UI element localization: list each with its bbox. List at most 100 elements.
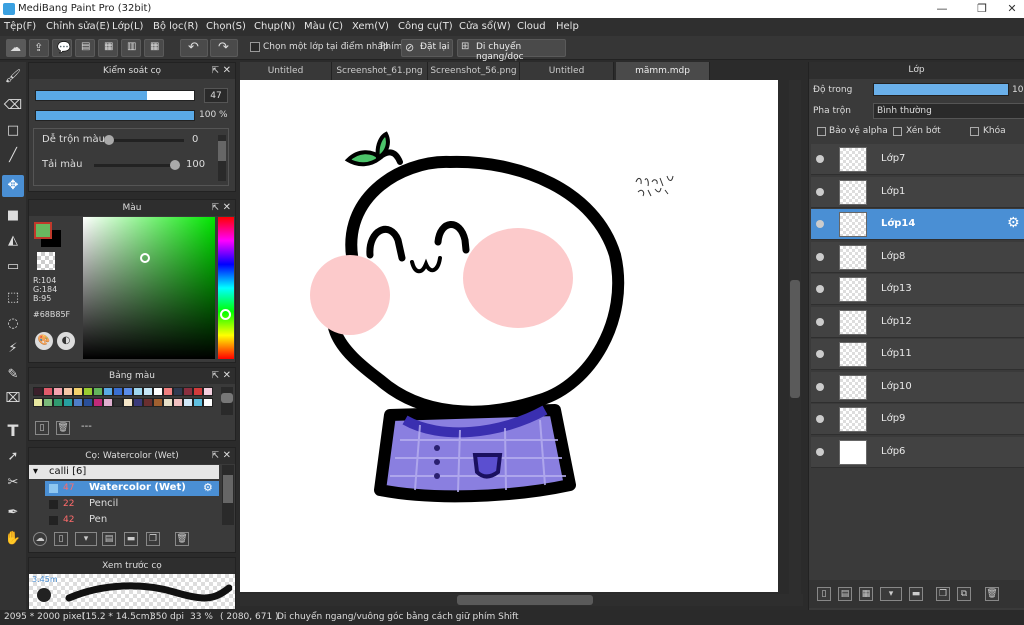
- palette-swatch[interactable]: [113, 387, 123, 396]
- menu-cloud[interactable]: Cloud: [517, 21, 546, 32]
- eye-icon[interactable]: [816, 285, 824, 293]
- palette-swatch[interactable]: [103, 398, 113, 407]
- layer-row[interactable]: Lớp9: [811, 404, 1024, 435]
- palette-swatch[interactable]: [73, 387, 83, 396]
- add-color-button[interactable]: ▯: [35, 421, 49, 435]
- new-folder-button[interactable]: ▬: [909, 587, 923, 601]
- palette-swatch[interactable]: [173, 398, 183, 407]
- hue-cursor[interactable]: [220, 309, 231, 320]
- palette-swatch[interactable]: [163, 398, 173, 407]
- tab-untitled-2[interactable]: Untitled: [520, 62, 614, 80]
- menu-edit[interactable]: Chỉnh sửa(E): [46, 21, 110, 32]
- move-hv-button[interactable]: ⊞ Di chuyển ngang/dọc: [457, 39, 566, 62]
- layer-row[interactable]: Lớp11: [811, 339, 1024, 370]
- horizontal-scrollbar[interactable]: [240, 594, 803, 606]
- close-icon[interactable]: ✕: [223, 200, 231, 216]
- menu-tools[interactable]: Công cụ(T): [398, 21, 453, 32]
- palette-swatch[interactable]: [153, 398, 163, 407]
- eraser-tool[interactable]: ⌫: [2, 95, 24, 117]
- gradient-tool[interactable]: ▭: [2, 256, 24, 278]
- page-button[interactable]: ▦: [98, 39, 118, 57]
- new-brush-button[interactable]: ▯: [54, 532, 68, 546]
- scroll-thumb[interactable]: [790, 280, 800, 398]
- blend-slider[interactable]: [104, 135, 184, 145]
- palette-swatch[interactable]: [153, 387, 163, 396]
- palette-swatch[interactable]: [93, 398, 103, 407]
- operation-tool[interactable]: ➚: [2, 446, 24, 468]
- layer-row[interactable]: Lớp14 ⚙: [811, 209, 1024, 240]
- eye-icon[interactable]: [816, 155, 824, 163]
- amount-knob[interactable]: [170, 160, 180, 170]
- eye-icon[interactable]: [816, 220, 824, 228]
- eyedropper-tool[interactable]: ✒: [2, 502, 24, 524]
- popout-icon[interactable]: ⇱: [211, 448, 219, 464]
- brush-item-pen[interactable]: 42 Pen: [45, 513, 219, 525]
- comic-button[interactable]: ▤: [75, 39, 95, 57]
- minimize-button[interactable]: —: [922, 0, 962, 18]
- blend-knob[interactable]: [104, 135, 114, 145]
- eye-icon[interactable]: [816, 382, 824, 391]
- brush-options-scrollbar[interactable]: [218, 135, 226, 181]
- popout-icon[interactable]: ⇱: [211, 368, 219, 384]
- select-pen-tool[interactable]: ✎: [2, 364, 24, 386]
- palette-swatch[interactable]: [33, 387, 43, 396]
- brush-folder-button[interactable]: ▬: [124, 532, 138, 546]
- scroll-thumb[interactable]: [457, 595, 593, 605]
- layer-row[interactable]: Lớp6: [811, 436, 1024, 468]
- foreground-color-swatch[interactable]: [34, 222, 52, 239]
- palette-swatch[interactable]: [63, 398, 73, 407]
- duplicate-brush-button[interactable]: ❐: [146, 532, 160, 546]
- palette-swatch[interactable]: [173, 387, 183, 396]
- brush-item-pencil[interactable]: 22 Pencil: [45, 497, 219, 512]
- merge-layer-button[interactable]: ⧉: [957, 587, 971, 601]
- palette-scrollbar[interactable]: [221, 387, 233, 415]
- close-icon[interactable]: ✕: [223, 448, 231, 464]
- divide-tool[interactable]: ✂: [2, 472, 24, 494]
- layer-row[interactable]: Lớp12: [811, 306, 1024, 338]
- palette-swatch[interactable]: [163, 387, 173, 396]
- vertical-scrollbar[interactable]: [789, 80, 801, 594]
- select-tool[interactable]: ⬚: [2, 287, 24, 309]
- palette-swatch[interactable]: [63, 387, 73, 396]
- drawing-canvas[interactable]: [240, 80, 778, 592]
- menu-layer[interactable]: Lớp(L): [112, 21, 143, 32]
- text-tool[interactable]: T: [2, 420, 24, 442]
- palette-swatch[interactable]: [203, 398, 213, 407]
- undo-button[interactable]: ↶: [180, 39, 208, 57]
- palette-swatch[interactable]: [133, 387, 143, 396]
- menu-file[interactable]: Tệp(F): [4, 21, 36, 32]
- tab-untitled-1[interactable]: Untitled: [240, 62, 332, 80]
- close-icon[interactable]: ✕: [223, 368, 231, 384]
- eye-icon[interactable]: [816, 317, 824, 326]
- brush-list-scrollbar[interactable]: [222, 465, 234, 525]
- amount-slider[interactable]: [94, 160, 180, 170]
- tab-screenshot-61[interactable]: Screenshot_61.png: [332, 62, 428, 80]
- layer-row[interactable]: Lớp8: [811, 241, 1024, 273]
- color-picker-cursor[interactable]: [140, 253, 150, 263]
- hand-tool[interactable]: ✋: [2, 528, 24, 550]
- layer-row[interactable]: Lớp7: [811, 144, 1024, 175]
- palette-swatch[interactable]: [53, 398, 63, 407]
- redo-button[interactable]: ↷: [210, 39, 238, 57]
- menu-color[interactable]: Màu (C): [304, 21, 343, 32]
- move-tool[interactable]: ✥: [2, 175, 24, 197]
- clipping-checkbox[interactable]: [893, 127, 902, 136]
- palette-swatch[interactable]: [43, 398, 53, 407]
- palette-swatch[interactable]: [53, 387, 63, 396]
- palette-swatch[interactable]: [193, 398, 203, 407]
- fill-shape-tool[interactable]: ■: [2, 205, 24, 227]
- brush-group[interactable]: ▾ calli [6]: [29, 465, 219, 479]
- select-eraser-tool[interactable]: ⌧: [2, 388, 24, 410]
- palette-swatch[interactable]: [183, 398, 193, 407]
- layer-row[interactable]: Lớp10: [811, 371, 1024, 403]
- palette-swatch[interactable]: [193, 387, 203, 396]
- close-button[interactable]: ✕: [992, 0, 1024, 18]
- tab-mam-mdp[interactable]: mămm.mdp: [616, 62, 710, 80]
- menu-view[interactable]: Xem(V): [352, 21, 389, 32]
- palette-swatch[interactable]: [83, 387, 93, 396]
- eye-icon[interactable]: [816, 447, 824, 456]
- palette-swatch[interactable]: [43, 387, 53, 396]
- select-layer-checkbox[interactable]: [250, 42, 260, 52]
- scroll-thumb[interactable]: [221, 393, 233, 403]
- palette-swatch[interactable]: [143, 398, 153, 407]
